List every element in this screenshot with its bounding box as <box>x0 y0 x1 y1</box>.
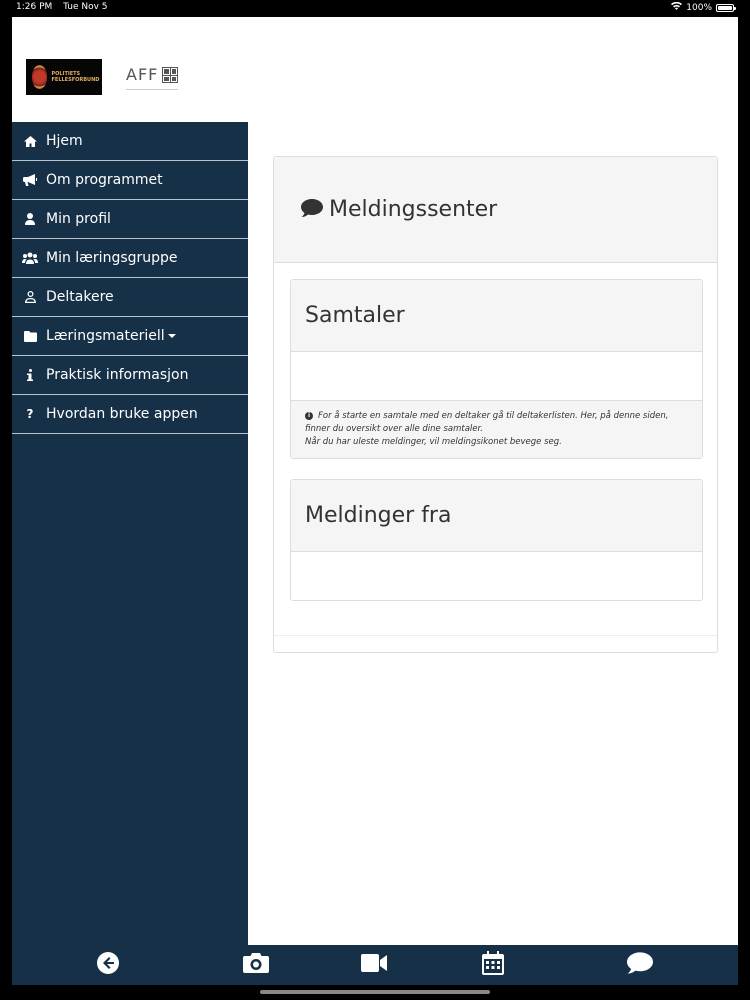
sidebar-item-praktisk-informasjon[interactable]: Praktisk informasjon <box>12 356 248 395</box>
conversations-list <box>291 352 702 400</box>
users-icon <box>22 252 38 264</box>
wifi-icon <box>671 1 683 13</box>
sidebar-item-label: Deltakere <box>46 289 114 305</box>
sidebar-item-label: Min profil <box>46 211 111 227</box>
back-button[interactable] <box>96 952 120 978</box>
user-icon <box>22 213 38 225</box>
aff-logo: AFF <box>126 65 186 95</box>
home-indicator[interactable] <box>260 990 490 994</box>
chat-icon <box>627 952 653 978</box>
info-circle-icon: i <box>305 411 313 420</box>
info-text-2: Når du har uleste meldinger, vil melding… <box>305 437 562 447</box>
header: POLITIETS FELLESFORBUND AFF <box>12 17 738 122</box>
sidebar-item-label: Læringsmateriell <box>46 328 165 344</box>
messages-from-list <box>291 552 702 600</box>
app-window: POLITIETS FELLESFORBUND AFF Hjem Om prog… <box>12 17 738 945</box>
calendar-icon <box>482 951 504 979</box>
sidebar-item-hjem[interactable]: Hjem <box>12 122 248 161</box>
battery-icon <box>716 3 736 12</box>
main-content: Meldingssenter Samtaler i For å starte en… <box>248 122 738 945</box>
sidebar-item-min-profil[interactable]: Min profil <box>12 200 248 239</box>
status-bar: 1:26 PM Tue Nov 5 100% <box>0 0 750 16</box>
home-icon <box>22 135 38 147</box>
camera-button[interactable] <box>243 953 269 977</box>
sidebar-item-label: Hjem <box>46 133 83 149</box>
video-icon <box>361 954 387 976</box>
panel-header: Meldingssenter <box>274 157 717 263</box>
page-title: Meldingssenter <box>329 197 498 222</box>
conversations-title: Samtaler <box>291 280 702 352</box>
politiets-fellesforbund-logo: POLITIETS FELLESFORBUND <box>26 59 102 95</box>
chevron-down-icon <box>167 334 176 338</box>
video-button[interactable] <box>361 953 387 977</box>
camera-icon <box>243 953 269 977</box>
status-time: 1:26 PM <box>16 2 53 12</box>
back-arrow-icon <box>97 952 119 978</box>
calendar-button[interactable] <box>481 951 505 979</box>
grid-logo-icon <box>162 67 178 83</box>
battery-percent: 100% <box>686 2 712 13</box>
message-center-panel: Meldingssenter Samtaler i For å starte en… <box>273 156 718 653</box>
sidebar-item-label: Om programmet <box>46 172 163 188</box>
sidebar-item-min-laeringsgruppe[interactable]: Min læringsgruppe <box>12 239 248 278</box>
bullhorn-icon <box>22 174 38 186</box>
sidebar-item-deltakere[interactable]: Deltakere <box>12 278 248 317</box>
info-icon <box>22 369 38 381</box>
folder-icon <box>22 330 38 342</box>
seal-icon <box>32 65 48 89</box>
conversations-card: Samtaler i For å starte en samtale med en… <box>290 279 703 459</box>
logo-left-text: POLITIETS FELLESFORBUND <box>51 71 100 83</box>
question-icon: ? <box>26 407 34 421</box>
info-text-1: For å starte en samtale med en deltaker … <box>305 411 669 434</box>
user-outline-icon <box>22 291 38 303</box>
chat-button[interactable] <box>627 952 653 978</box>
chat-icon <box>301 198 323 221</box>
sidebar-item-label: Praktisk informasjon <box>46 367 189 383</box>
status-date: Tue Nov 5 <box>63 2 108 12</box>
conversations-info: i For å starte en samtale med en deltaker… <box>291 400 702 458</box>
sidebar-item-hvordan-bruke-appen[interactable]: ? Hvordan bruke appen <box>12 395 248 434</box>
sidebar: Hjem Om programmet Min profil Min læring… <box>12 122 248 945</box>
messages-from-card: Meldinger fra <box>290 479 703 601</box>
bottom-toolbar <box>12 945 738 985</box>
messages-from-title: Meldinger fra <box>291 480 702 552</box>
logo-right-text: AFF <box>126 65 159 84</box>
sidebar-item-laeringsmateriell[interactable]: Læringsmateriell <box>12 317 248 356</box>
sidebar-item-om-programmet[interactable]: Om programmet <box>12 161 248 200</box>
sidebar-item-label: Min læringsgruppe <box>46 250 178 266</box>
sidebar-item-label: Hvordan bruke appen <box>46 406 198 422</box>
